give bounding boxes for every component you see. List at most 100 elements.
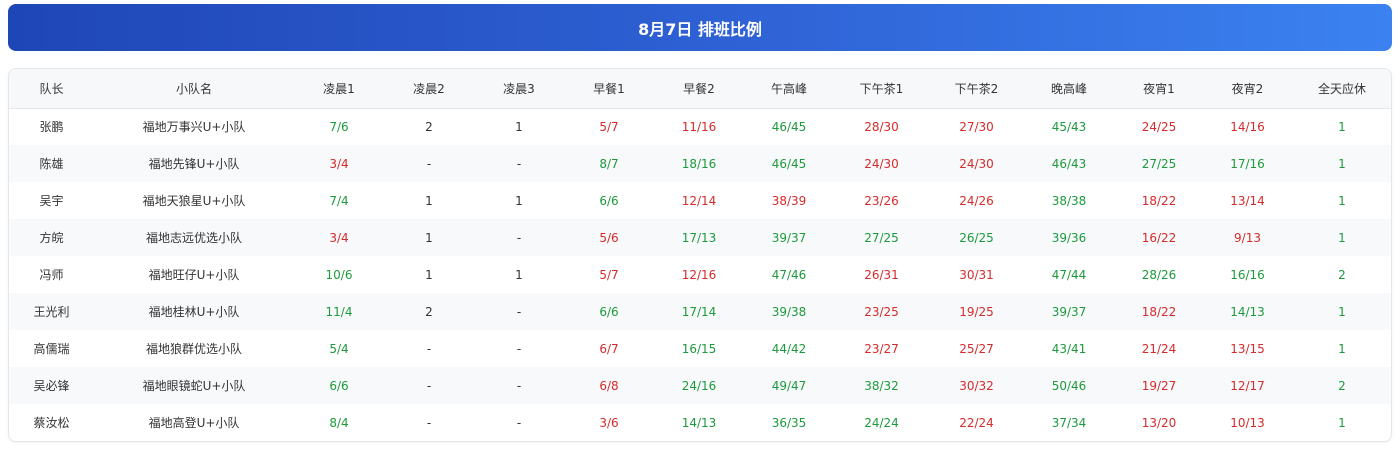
table-cell: 吴必锋 <box>33 379 70 393</box>
table-cell: 1 <box>515 119 523 134</box>
table-cell: 14/16 <box>1230 119 1265 134</box>
table-cell: 1 <box>1338 230 1346 245</box>
table-cell: 1 <box>1338 304 1346 319</box>
table-cell: 45/43 <box>1051 119 1087 134</box>
column-header: 凌晨2 <box>384 69 474 109</box>
table-row: 吴宇 福地天狼星U+小队 7/4 1 1 6/6 12/14 38/39 23/26 24/26 3… <box>9 182 1391 219</box>
table-cell: 26/31 <box>864 267 899 282</box>
table-cell: 27/25 <box>864 230 899 245</box>
table-header: 队长 小队名 凌晨1 凌晨2 凌晨3 早餐1 早餐2 午高峰 下午茶1 下午茶2 晚高峰 夜宵1 夜宵2… <box>9 69 1391 109</box>
table-cell: 46/45 <box>771 156 807 171</box>
table-cell: 24/30 <box>864 156 899 171</box>
table-cell: 1 <box>1338 119 1346 134</box>
table-cell: 24/16 <box>681 378 717 393</box>
table-cell: 19/25 <box>959 304 994 319</box>
table-cell: 陈雄 <box>39 157 64 171</box>
table-cell: 6/6 <box>599 304 619 319</box>
page-title-banner: 8月7日 排班比例 <box>8 4 1392 51</box>
table-cell: 吴宇 <box>39 194 64 208</box>
table-cell: 38/32 <box>864 378 899 393</box>
table-cell: 18/22 <box>1141 304 1177 319</box>
table-cell: - <box>426 341 432 356</box>
table-cell: 王光利 <box>33 305 70 319</box>
table-cell: 11/16 <box>681 119 717 134</box>
table-cell: 福地先锋U+小队 <box>148 157 240 171</box>
table-cell: 26/25 <box>959 230 994 245</box>
table-cell: 1 <box>425 193 433 208</box>
table-cell: 1 <box>515 193 523 208</box>
table-cell: - <box>516 341 522 356</box>
table-cell: 13/20 <box>1141 415 1177 430</box>
table-cell: 3/4 <box>329 230 349 245</box>
table-cell: 6/6 <box>329 378 349 393</box>
table-row: 蔡汝松 福地高登U+小队 8/4 - - 3/6 14/13 36/35 24/24 22/24 3… <box>9 404 1391 441</box>
table-cell: 高儒瑞 <box>33 342 70 356</box>
schedule-table: 队长 小队名 凌晨1 凌晨2 凌晨3 早餐1 早餐2 午高峰 下午茶1 下午茶2 晚高峰 夜宵1 夜宵2… <box>9 69 1391 441</box>
table-cell: 1 <box>425 230 433 245</box>
table-cell: 27/30 <box>959 119 994 134</box>
table-cell: 39/37 <box>1051 304 1087 319</box>
table-cell: 44/42 <box>771 341 807 356</box>
table-cell: - <box>516 415 522 430</box>
table-cell: 福地万事兴U+小队 <box>142 120 246 135</box>
column-header: 凌晨1 <box>294 69 384 109</box>
table-cell: 50/46 <box>1051 378 1087 393</box>
table-cell: 1 <box>1338 193 1346 208</box>
column-header: 小队名 <box>94 69 294 109</box>
table-cell: 39/36 <box>1051 230 1087 245</box>
table-cell: 5/7 <box>599 267 619 282</box>
table-row: 张鹏 福地万事兴U+小队 7/6 2 1 5/7 11/16 46/45 28/30 27/30 4… <box>9 108 1391 145</box>
column-header: 全天应休 <box>1291 69 1391 109</box>
table-cell: 24/30 <box>959 156 994 171</box>
table-cell: 福地志远优选小队 <box>145 231 242 245</box>
table-cell: 27/25 <box>1141 156 1177 171</box>
table-cell: 24/24 <box>864 415 899 430</box>
table-cell: 30/31 <box>959 267 994 282</box>
table-cell: 12/14 <box>681 193 717 208</box>
table-cell: 福地天狼星U+小队 <box>142 194 246 208</box>
table-cell: - <box>516 156 522 171</box>
table-body: 张鹏 福地万事兴U+小队 7/6 2 1 5/7 11/16 46/45 28/30 27/30 4… <box>9 108 1391 441</box>
table-cell: 3/4 <box>329 156 349 171</box>
schedule-table-card: 队长 小队名 凌晨1 凌晨2 凌晨3 早餐1 早餐2 午高峰 下午茶1 下午茶2 晚高峰 夜宵1 夜宵2… <box>8 68 1392 442</box>
table-cell: 22/24 <box>959 415 994 430</box>
table-cell: 10/6 <box>325 267 353 282</box>
table-cell: 5/4 <box>329 341 349 356</box>
table-cell: 39/37 <box>771 230 807 245</box>
table-header-row: 队长 小队名 凌晨1 凌晨2 凌晨3 早餐1 早餐2 午高峰 下午茶1 下午茶2 晚高峰 夜宵1 夜宵2… <box>9 69 1391 109</box>
table-cell: 47/46 <box>771 267 807 282</box>
table-cell: 12/16 <box>681 267 717 282</box>
table-row: 高儒瑞 福地狼群优选小队 5/4 - - 6/7 16/15 44/42 23/27 25/27 4… <box>9 330 1391 367</box>
table-cell: 46/43 <box>1051 156 1087 171</box>
table-cell: - <box>426 415 432 430</box>
table-cell: 10/13 <box>1230 415 1265 430</box>
table-row: 吴必锋 福地眼镜蛇U+小队 6/6 - - 6/8 24/16 49/47 38/32 30/32… <box>9 367 1391 404</box>
table-cell: 3/6 <box>599 415 619 430</box>
column-header: 队长 <box>9 69 94 109</box>
table-cell: 37/34 <box>1051 415 1087 430</box>
table-row: 冯师 福地旺仔U+小队 10/6 1 1 5/7 12/16 47/46 26/31 30/31 4… <box>9 256 1391 293</box>
table-cell: 福地高登U+小队 <box>148 416 240 430</box>
table-cell: 39/38 <box>771 304 807 319</box>
column-header: 下午茶1 <box>834 69 929 109</box>
table-cell: 5/7 <box>599 119 619 134</box>
table-cell: 23/27 <box>864 341 899 356</box>
table-cell: 18/16 <box>681 156 717 171</box>
table-cell: 1 <box>1338 415 1346 430</box>
table-cell: 25/27 <box>959 341 994 356</box>
table-cell: 9/13 <box>1234 230 1261 245</box>
table-cell: 1 <box>515 267 523 282</box>
table-cell: 14/13 <box>1230 304 1265 319</box>
table-cell: 46/45 <box>771 119 807 134</box>
table-cell: 1 <box>1338 341 1346 356</box>
table-cell: 方皖 <box>39 231 64 245</box>
table-cell: - <box>426 378 432 393</box>
table-cell: 38/38 <box>1051 193 1087 208</box>
column-header: 早餐1 <box>564 69 654 109</box>
table-cell: 7/6 <box>329 119 349 134</box>
column-header: 夜宵2 <box>1204 69 1291 109</box>
table-cell: 23/25 <box>864 304 899 319</box>
table-row: 陈雄 福地先锋U+小队 3/4 - - 8/7 18/16 46/45 24/30 24/30 46… <box>9 145 1391 182</box>
table-cell: 福地狼群优选小队 <box>145 342 242 356</box>
table-cell: 1 <box>1338 156 1346 171</box>
